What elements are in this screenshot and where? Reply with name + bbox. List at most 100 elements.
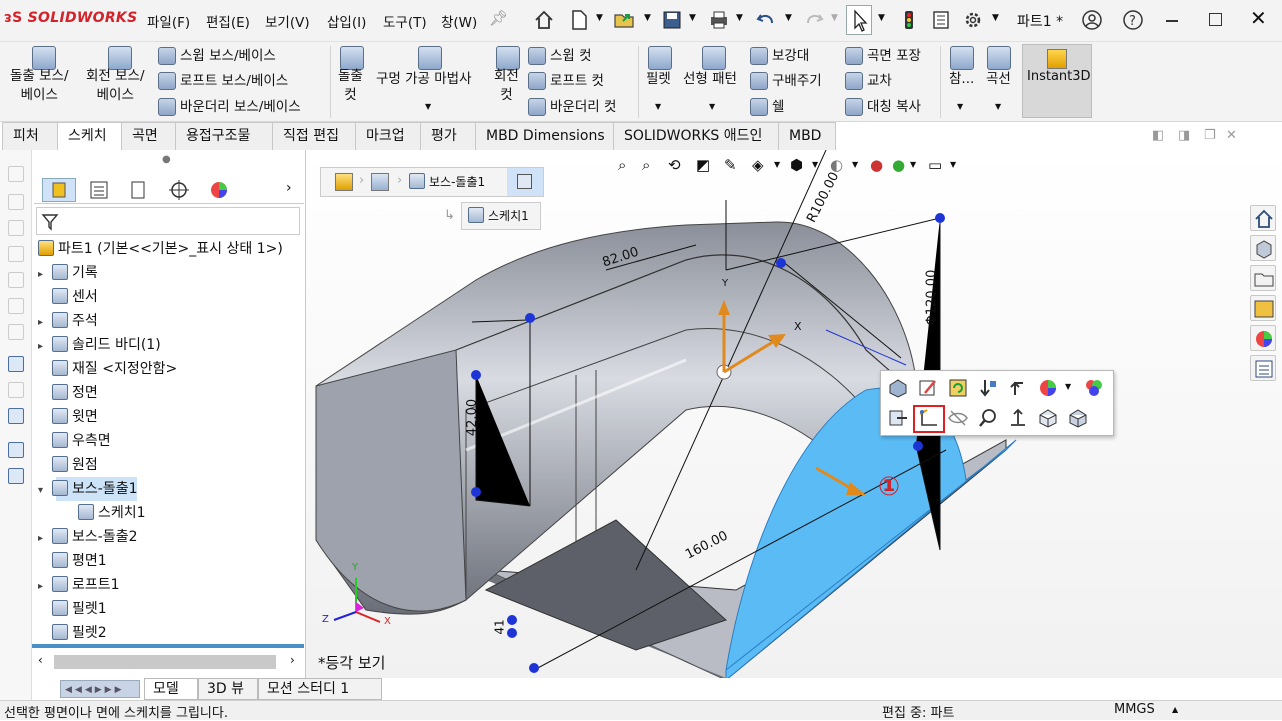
mirror-button[interactable]: 대칭 복사: [845, 95, 921, 116]
file-properties-icon[interactable]: [930, 9, 952, 31]
horizontal-scrollbar[interactable]: ‹ ›: [34, 652, 304, 672]
smart-dimension-icon[interactable]: [8, 194, 24, 210]
edit-feature-icon[interactable]: [917, 377, 939, 399]
fillet-label[interactable]: 필렛: [646, 67, 671, 87]
loft-boss-button[interactable]: 로프트 보스/베이스: [158, 69, 288, 90]
view-orientation-icon[interactable]: ◈: [752, 156, 764, 174]
copy-entities-icon[interactable]: [8, 442, 24, 458]
chevron-up-icon[interactable]: ▲: [1172, 705, 1178, 714]
isometric-view-icon[interactable]: [1037, 407, 1059, 429]
tree-item[interactable]: 윗면: [38, 405, 98, 429]
normal-to-sketch-icon[interactable]: [887, 407, 909, 429]
tree-item[interactable]: ▸ 주석: [38, 309, 98, 333]
tab-markup[interactable]: 마크업: [355, 122, 421, 150]
dynamic-annotation-icon[interactable]: ✎: [724, 156, 737, 174]
chevron-down-icon[interactable]: ▼: [689, 13, 696, 23]
menu-view[interactable]: 보기(V): [265, 11, 310, 31]
spline-icon[interactable]: [8, 324, 24, 340]
arc-icon[interactable]: [8, 298, 24, 314]
print-icon[interactable]: [708, 9, 730, 31]
chevron-down-icon[interactable]: ▼: [878, 13, 885, 23]
menu-tools[interactable]: 도구(T): [383, 11, 427, 31]
chevron-down-icon[interactable]: ▼: [950, 160, 956, 169]
chevron-down-icon[interactable]: ▼: [957, 102, 963, 111]
close-button[interactable]: ✕: [1250, 8, 1267, 28]
tab-mbd-dimensions[interactable]: MBD Dimensions: [475, 122, 614, 150]
edit-appearance-icon[interactable]: ●: [870, 156, 883, 174]
tab-weldments[interactable]: 용접구조물: [175, 122, 273, 150]
tree-item[interactable]: 정면: [38, 381, 98, 405]
new-document-icon[interactable]: [568, 9, 590, 31]
tab-solidworks-addins[interactable]: SOLIDWORKS 애드인: [613, 122, 779, 150]
menu-insert[interactable]: 삽입(I): [327, 11, 366, 31]
tree-item[interactable]: ▸ 로프트1: [38, 573, 120, 597]
expand-arrow-icon[interactable]: ▸: [38, 335, 52, 359]
rectangle-icon[interactable]: [8, 246, 24, 262]
collapse-arrow-icon[interactable]: ▾: [38, 479, 52, 503]
tree-item[interactable]: 재질 <지정안함>: [38, 357, 177, 381]
dim-dia120[interactable]: Φ120.00: [924, 270, 939, 326]
hide-show-items-icon[interactable]: ◐: [830, 156, 843, 174]
appearance-color-icon[interactable]: [1037, 377, 1059, 399]
minimize-button[interactable]: [1166, 20, 1178, 22]
scroll-thumb[interactable]: [54, 655, 276, 669]
save-icon[interactable]: [661, 9, 683, 31]
chevron-down-icon[interactable]: ▼: [655, 102, 661, 111]
chevron-right-icon[interactable]: ›: [286, 180, 292, 196]
tab-motion-study[interactable]: 모션 스터디 1: [258, 678, 382, 700]
graphics-area[interactable]: R100.00 82.00 42.00 Φ120.00 160.00 41 Y …: [306, 150, 1282, 678]
tree-root-part[interactable]: 파트1 (기본<<기본>_표시 상태 1>): [38, 237, 283, 261]
dim-42[interactable]: 42.00: [465, 399, 480, 436]
hide-icon[interactable]: [947, 407, 969, 429]
normal-to-icon[interactable]: [1007, 407, 1029, 429]
user-account-icon[interactable]: [1081, 9, 1103, 31]
expand-arrow-icon[interactable]: ▸: [38, 575, 52, 599]
tree-item[interactable]: 센서: [38, 285, 98, 309]
reference-geometry-label[interactable]: 참...: [949, 67, 974, 87]
zoom-to-fit-icon[interactable]: ⌕: [618, 156, 626, 174]
chevron-down-icon[interactable]: ▼: [831, 13, 838, 23]
tab-mbd[interactable]: MBD: [778, 122, 836, 150]
expand-arrow-icon[interactable]: ▸: [38, 311, 52, 335]
part-icon[interactable]: [335, 173, 353, 191]
sweep-cut-button[interactable]: 스윕 컷: [528, 44, 592, 65]
tab-features[interactable]: 피처: [2, 122, 58, 150]
undo-icon[interactable]: [755, 9, 777, 31]
tree-item[interactable]: ▸ 보스-돌출2: [38, 525, 137, 549]
revolve-cut-label[interactable]: 회전 컷: [494, 67, 519, 105]
chevron-down-icon[interactable]: ▼: [709, 102, 715, 111]
curves-label[interactable]: 곡선: [986, 67, 1011, 87]
breadcrumb-sketch-slot[interactable]: [507, 168, 543, 196]
instant3d-button[interactable]: Instant3D: [1022, 44, 1092, 118]
line-icon[interactable]: [8, 220, 24, 236]
tab-model[interactable]: 모델: [144, 678, 198, 700]
dim-41[interactable]: 41: [493, 619, 507, 634]
display-relations-icon[interactable]: [8, 408, 24, 424]
draft-button[interactable]: 구배주기: [750, 69, 822, 90]
tile-right-icon[interactable]: ◨: [1178, 128, 1190, 143]
custom-properties-icon[interactable]: [1250, 355, 1276, 381]
tree-item[interactable]: ▾ 보스-돌출1: [38, 477, 138, 501]
solid-body-icon[interactable]: [371, 173, 389, 191]
tree-item[interactable]: 우측면: [38, 429, 111, 453]
view-cube-icon[interactable]: [1067, 407, 1089, 429]
shell-button[interactable]: 쉘: [750, 95, 784, 116]
chevron-down-icon[interactable]: ▼: [425, 102, 431, 111]
trim-icon[interactable]: [8, 382, 24, 398]
chevron-down-icon[interactable]: ▼: [736, 13, 743, 23]
open-folder-icon[interactable]: [613, 9, 635, 31]
sweep-boss-button[interactable]: 스윕 보스/베이스: [158, 44, 276, 65]
zoom-to-selection-icon[interactable]: [977, 407, 999, 429]
hole-wizard-label[interactable]: 구멍 가공 마법사: [376, 67, 472, 87]
loft-cut-button[interactable]: 로프트 컷: [528, 69, 604, 90]
tab-surfaces[interactable]: 곡면: [121, 122, 176, 150]
expand-arrow-icon[interactable]: ▸: [38, 263, 52, 287]
boundary-boss-button[interactable]: 바운더리 보스/베이스: [158, 95, 301, 116]
redo-icon[interactable]: [803, 9, 825, 31]
appearance-icon[interactable]: [887, 377, 909, 399]
tab-evaluate[interactable]: 평가: [420, 122, 476, 150]
tab-3d-views[interactable]: 3D 뷰: [198, 678, 258, 700]
file-explorer-icon[interactable]: [1250, 265, 1276, 291]
rib-button[interactable]: 보강대: [750, 44, 809, 65]
appearances-scenes-icon[interactable]: [1250, 325, 1276, 351]
